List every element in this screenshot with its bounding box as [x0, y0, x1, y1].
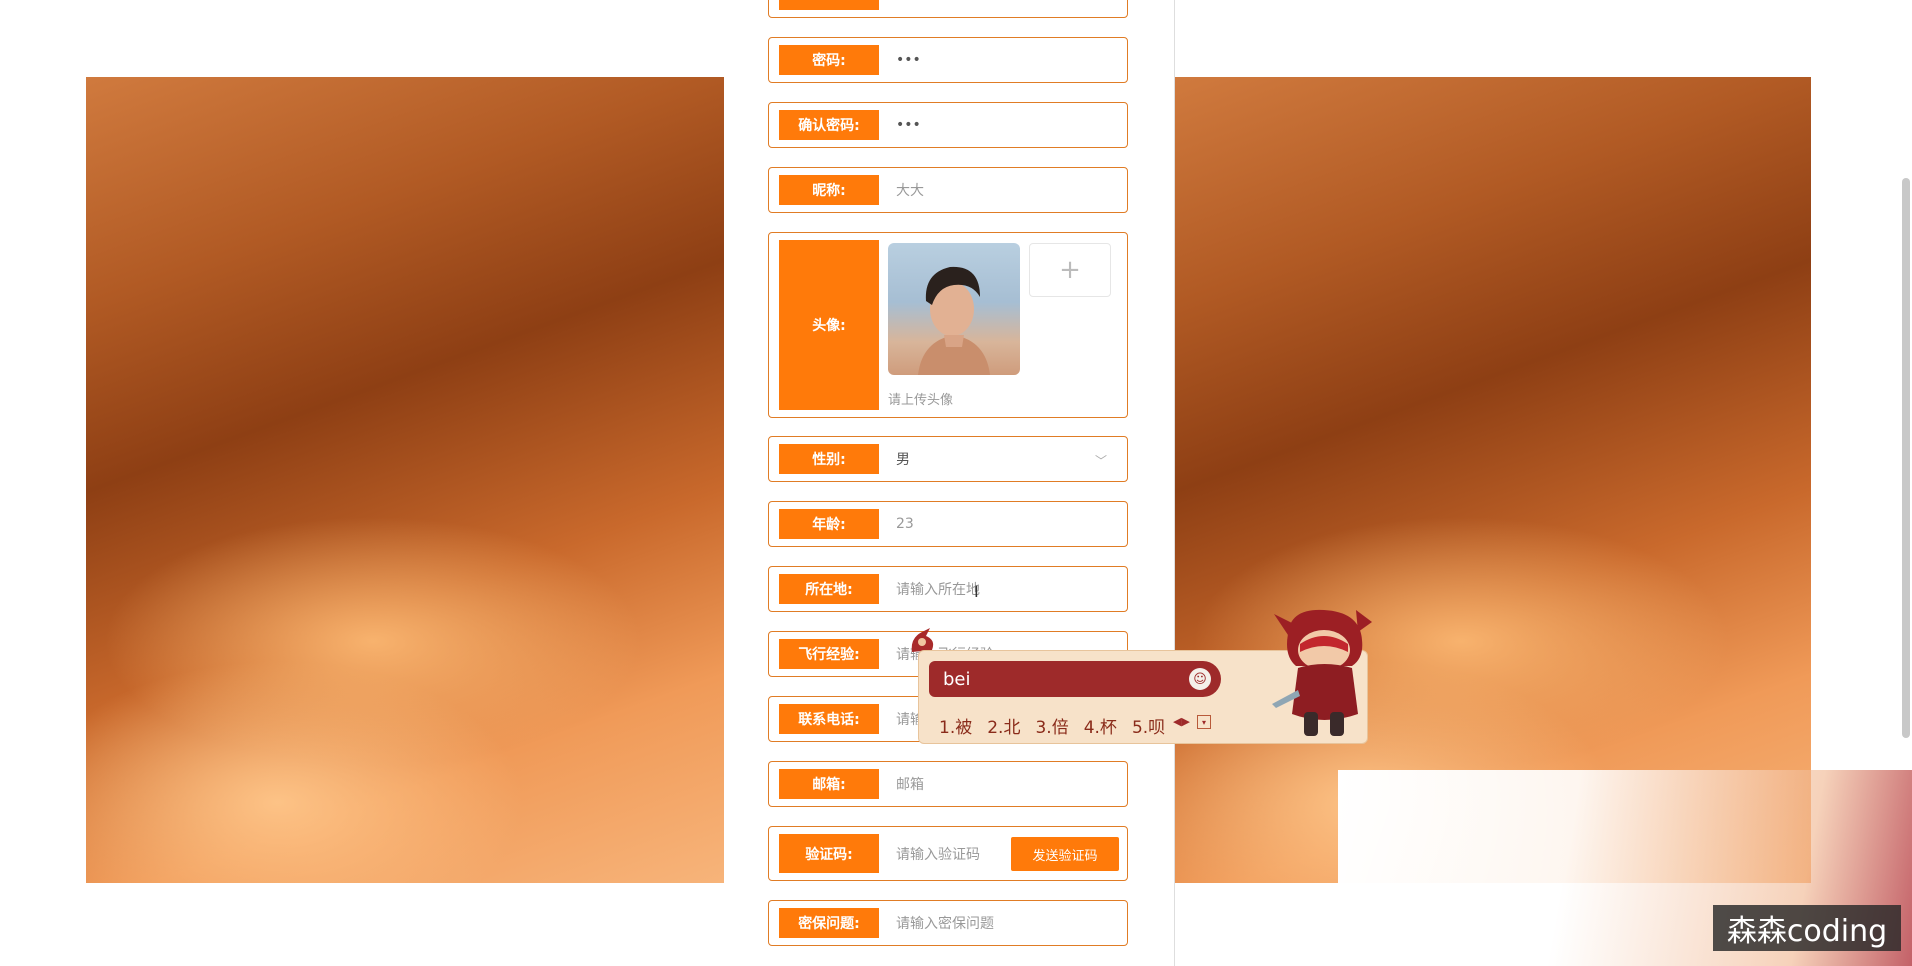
- ime-candidate[interactable]: 3.倍: [1035, 713, 1068, 738]
- divider: [1174, 0, 1175, 966]
- field-row-captcha: 验证码: 请输入验证码 发送验证码: [768, 826, 1128, 881]
- send-captcha-button[interactable]: 发送验证码: [1011, 837, 1119, 871]
- upload-button[interactable]: +: [1029, 243, 1111, 297]
- field-row-confirm-password: 确认密码: •••: [768, 102, 1128, 148]
- field-label: 邮箱:: [779, 769, 879, 799]
- field-label: 联系电话:: [779, 704, 879, 734]
- field-row-avatar: 头像: + 请上传头像: [768, 232, 1128, 418]
- avatar-portrait: [918, 266, 990, 375]
- ime-emoji-icon[interactable]: ☺: [1189, 668, 1211, 690]
- field-row-gender[interactable]: 性别: 男 ﹀: [768, 436, 1128, 482]
- ime-candidate[interactable]: 4.杯: [1084, 713, 1117, 738]
- chevron-down-icon: ﹀: [1094, 454, 1107, 468]
- avatar-hint: 请上传头像: [888, 393, 954, 408]
- field-row-location: 所在地: 请输入所在地: [768, 566, 1128, 612]
- age-input[interactable]: 23: [896, 502, 914, 546]
- ime-mascot-icon: [1272, 609, 1372, 736]
- field-label: 飞行经验:: [779, 639, 879, 669]
- field-label: 性别:: [779, 444, 879, 474]
- dropdown-icon[interactable]: ▾: [1197, 715, 1211, 729]
- text-cursor-icon: I: [974, 582, 979, 601]
- location-input[interactable]: 请输入所在地: [896, 567, 980, 611]
- field-row-nickname: 昵称: 大大: [768, 167, 1128, 213]
- field-label: 年龄:: [779, 509, 879, 539]
- field-row-age: 年龄: 23: [768, 501, 1128, 547]
- background-scenery-right: [1175, 77, 1811, 883]
- field-label: 确认密码:: [779, 110, 879, 140]
- field-row-password: 密码: •••: [768, 37, 1128, 83]
- ime-candidate[interactable]: 5.呗: [1132, 713, 1165, 738]
- ime-composition-text: bei: [943, 668, 971, 690]
- field-row-email: 邮箱: 邮箱: [768, 761, 1128, 807]
- scrollbar[interactable]: [1902, 178, 1910, 738]
- field-row-security-question: 密保问题: 请输入密保问题: [768, 900, 1128, 946]
- background-scenery-left: [86, 77, 724, 883]
- field-label: 验证码:: [779, 834, 879, 873]
- gender-select[interactable]: 男: [896, 437, 910, 481]
- nickname-input[interactable]: 大大: [896, 168, 924, 212]
- email-input[interactable]: 邮箱: [896, 762, 924, 806]
- field-label: 所在地:: [779, 574, 879, 604]
- ime-candidate[interactable]: 2.北: [987, 713, 1020, 738]
- avatar-image[interactable]: [888, 243, 1020, 375]
- ime-page-arrows[interactable]: ◀▶: [1173, 715, 1190, 728]
- field-label: [779, 0, 879, 10]
- confirm-password-input[interactable]: •••: [896, 103, 921, 147]
- field-label: 头像:: [779, 240, 879, 410]
- field-label: 密保问题:: [779, 908, 879, 938]
- captcha-input[interactable]: 请输入验证码: [896, 827, 980, 880]
- watermark: 森森coding: [1713, 905, 1901, 951]
- security-question-input[interactable]: 请输入密保问题: [896, 901, 994, 945]
- ime-candidate[interactable]: 1.被: [939, 713, 972, 738]
- password-input[interactable]: •••: [896, 38, 921, 82]
- plus-icon: +: [1059, 255, 1081, 285]
- field-row-username: [768, 0, 1128, 18]
- ime-candidates: 1.被 2.北 3.倍 4.杯 5.呗: [939, 713, 1165, 738]
- ime-composition: bei ☺: [929, 661, 1221, 697]
- field-label: 密码:: [779, 45, 879, 75]
- field-label: 昵称:: [779, 175, 879, 205]
